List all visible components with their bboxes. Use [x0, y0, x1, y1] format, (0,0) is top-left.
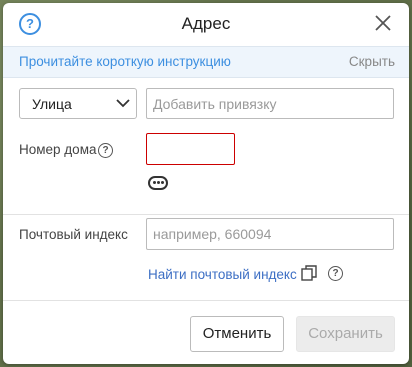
find-postal-code-link[interactable]: Найти почтовый индекс — [148, 267, 297, 282]
hide-instruction-link[interactable]: Скрыть — [349, 54, 395, 69]
cancel-button[interactable]: Отменить — [190, 316, 284, 352]
street-type-value: Улица — [32, 96, 72, 112]
dialog-header: ? Адрес — [3, 3, 409, 45]
house-number-label: Номер дома — [19, 142, 97, 157]
copy-icon[interactable] — [301, 265, 317, 281]
street-type-select[interactable]: Улица — [19, 88, 137, 119]
section-divider — [3, 214, 409, 215]
postal-help-icon[interactable]: ? — [328, 266, 343, 281]
instruction-bar: Прочитайте короткую инструкцию Скрыть — [3, 46, 409, 78]
dialog-title: Адрес — [181, 14, 231, 33]
address-dialog: ? Адрес Прочитайте короткую инструкцию С… — [3, 3, 409, 364]
save-button[interactable]: Сохранить — [296, 316, 395, 352]
postal-code-label: Почтовый индекс — [19, 227, 128, 242]
instruction-link[interactable]: Прочитайте короткую инструкцию — [19, 54, 231, 69]
binding-input[interactable] — [146, 88, 394, 119]
house-number-input[interactable] — [146, 133, 235, 165]
chevron-down-icon — [116, 99, 130, 108]
house-help-icon[interactable]: ? — [98, 143, 113, 158]
close-icon[interactable] — [375, 15, 391, 31]
footer-divider — [3, 300, 409, 301]
postal-code-input[interactable] — [146, 218, 394, 250]
more-options-icon[interactable] — [148, 176, 168, 190]
